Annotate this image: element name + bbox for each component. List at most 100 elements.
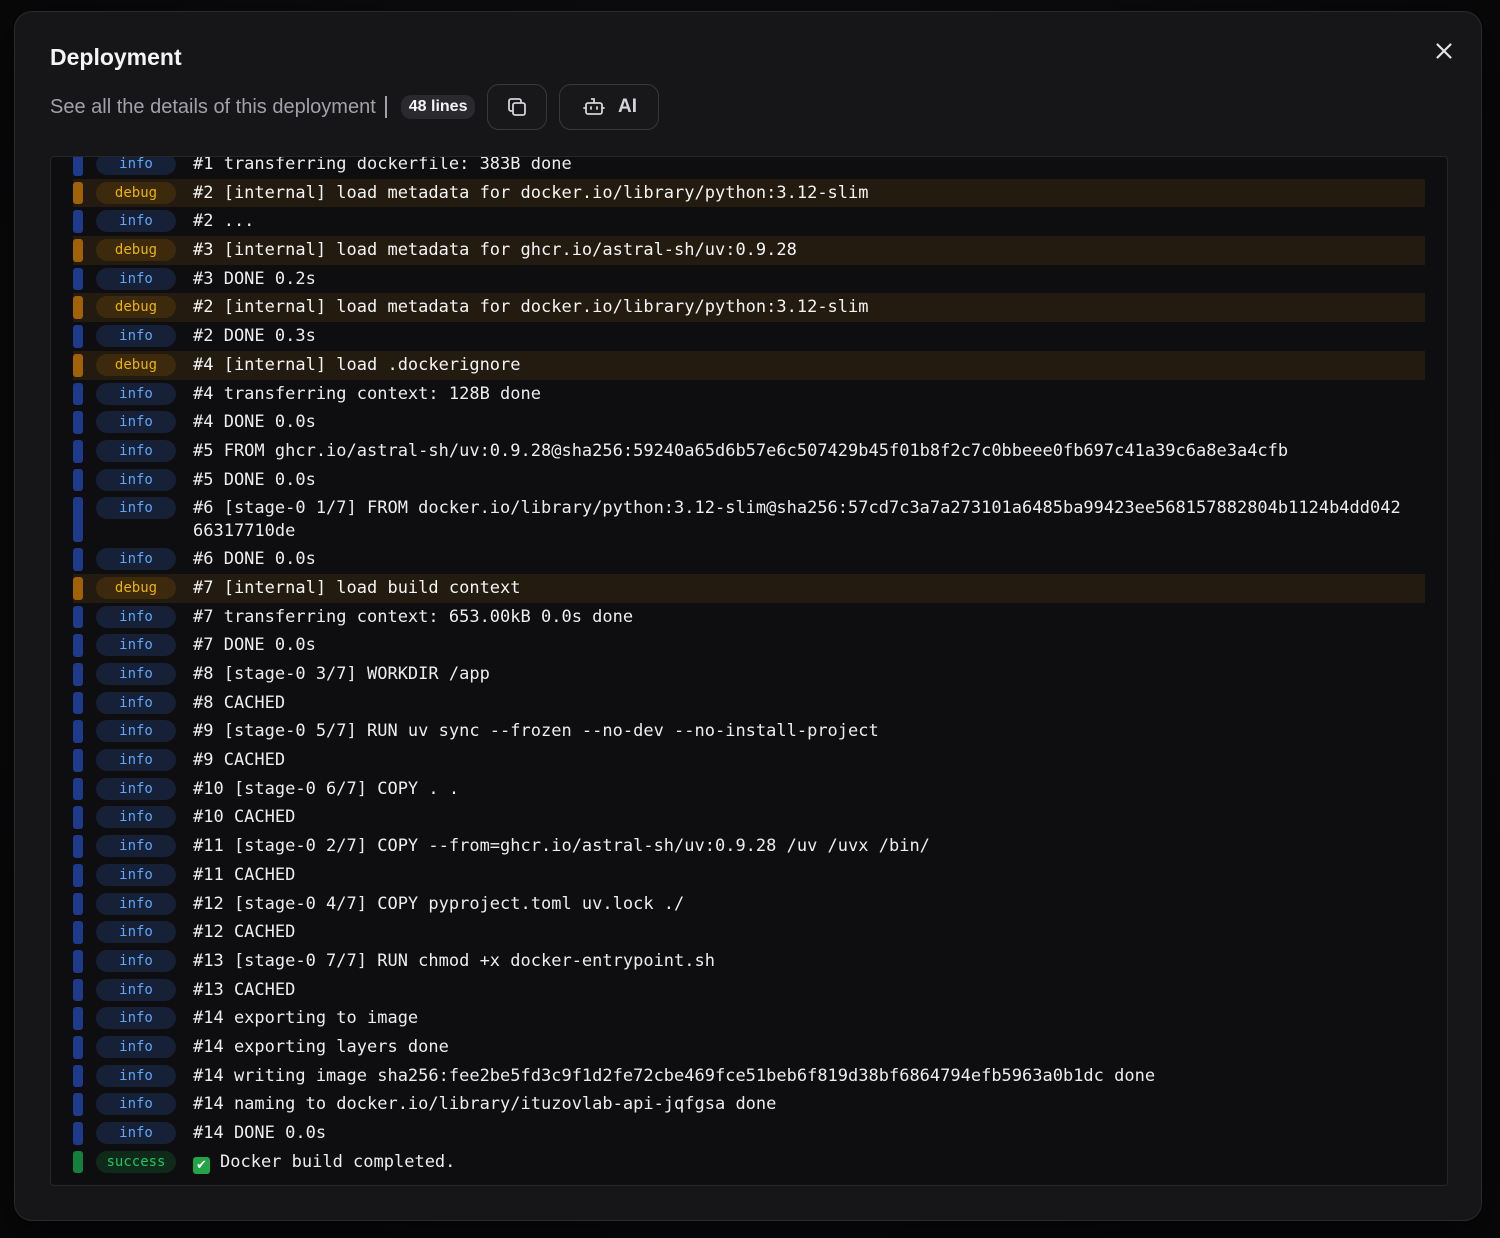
log-row: debug #3 [internal] load metadata for ghc… — [73, 236, 1425, 265]
log-level-indicator — [73, 411, 83, 434]
log-viewer[interactable]: info #1 transferring dockerfile: 383B don… — [50, 156, 1448, 1186]
deployment-dialog: Deployment See all the details of this d… — [14, 11, 1482, 1221]
subtitle-row: See all the details of this deployment 4… — [50, 82, 660, 132]
log-level-badge: info — [96, 1064, 176, 1087]
log-level-badge: info — [96, 1007, 176, 1030]
log-level-badge: info — [96, 806, 176, 829]
log-level-badge: info — [96, 691, 176, 714]
log-level-badge: info — [96, 439, 176, 462]
log-level-badge: debug — [96, 576, 176, 599]
log-level-badge: info — [96, 267, 176, 290]
log-level-indicator — [73, 1035, 83, 1059]
log-level-badge: debug — [96, 239, 176, 262]
log-message: #4 [internal] load .dockerignore — [193, 354, 521, 375]
log-row: success ✔ Docker build completed. — [73, 1148, 1425, 1177]
log-row: info #8 CACHED — [73, 689, 1425, 718]
log-message: #14 writing image sha256:fee2be5fd3c9f1d… — [193, 1065, 1156, 1086]
log-level-indicator — [73, 1007, 83, 1030]
log-level-indicator — [73, 634, 83, 657]
log-level-indicator — [73, 548, 83, 571]
log-level-indicator — [73, 691, 83, 715]
log-row: info #12 [stage-0 4/7] COPY pyproject.tom… — [73, 890, 1425, 919]
log-level-badge: debug — [96, 296, 176, 319]
log-row: info #1 transferring dockerfile: 383B don… — [73, 156, 1425, 179]
log-message: #4 DONE 0.0s — [193, 412, 316, 433]
log-level-indicator — [73, 353, 83, 377]
line-count-badge: 48 lines — [400, 95, 476, 119]
log-row: info #3 DONE 0.2s — [73, 265, 1425, 294]
log-message: #8 CACHED — [193, 692, 286, 713]
log-level-indicator — [73, 576, 83, 600]
log-row: info #2 DONE 0.3s — [73, 322, 1425, 351]
log-message: #2 ... — [193, 211, 255, 232]
log-row: info #9 CACHED — [73, 746, 1425, 775]
log-level-badge: info — [96, 634, 176, 657]
log-message: #13 [stage-0 7/7] RUN chmod +x docker-en… — [193, 950, 715, 971]
log-level-indicator — [73, 1150, 83, 1174]
log-row: info #14 exporting layers done — [73, 1033, 1425, 1062]
log-row: info #8 [stage-0 3/7] WORKDIR /app — [73, 660, 1425, 689]
log-level-badge: info — [96, 468, 176, 491]
log-message: #3 DONE 0.2s — [193, 268, 316, 289]
log-message: #14 DONE 0.0s — [193, 1123, 327, 1143]
log-level-indicator — [73, 267, 83, 291]
log-level-indicator — [73, 1093, 83, 1116]
log-message: #6 [stage-0 1/7] FROM docker.io/library/… — [193, 498, 1401, 542]
log-level-badge: info — [96, 157, 176, 175]
log-level-indicator — [73, 157, 83, 176]
log-level-indicator — [73, 296, 83, 320]
log-level-indicator — [73, 605, 83, 629]
log-level-badge: info — [96, 411, 176, 434]
ai-button-label: AI — [617, 96, 637, 117]
log-level-badge: info — [96, 978, 176, 1001]
log-level-badge: info — [96, 720, 176, 743]
log-row: debug #2 [internal] load metadata for doc… — [73, 178, 1425, 208]
log-row: info #7 transferring context: 653.00kB 0.… — [73, 603, 1425, 632]
log-message: #5 DONE 0.0s — [193, 469, 316, 490]
log-message: #11 [stage-0 2/7] COPY --from=ghcr.io/as… — [193, 836, 930, 857]
log-message: #4 transferring context: 128B done — [193, 383, 541, 404]
log-row: info #9 [stage-0 5/7] RUN uv sync --froze… — [73, 717, 1425, 746]
log-level-badge: info — [96, 1122, 176, 1144]
log-level-badge: info — [96, 663, 176, 685]
log-level-badge: info — [96, 749, 176, 772]
log-level-badge: info — [96, 325, 176, 348]
log-row: info #11 [stage-0 2/7] COPY --from=ghcr.i… — [73, 832, 1425, 861]
log-message: #9 [stage-0 5/7] RUN uv sync --frozen --… — [193, 721, 879, 742]
log-message-text: Docker build completed. — [220, 1151, 456, 1172]
log-level-badge: info — [96, 210, 176, 233]
log-level-indicator — [73, 1064, 83, 1088]
log-level-badge: info — [96, 863, 176, 886]
log-level-badge: info — [96, 605, 176, 628]
log-message: #10 CACHED — [193, 807, 296, 828]
log-message: #5 FROM ghcr.io/astral-sh/uv:0.9.28@sha2… — [193, 440, 1289, 461]
log-level-indicator — [73, 239, 83, 262]
log-level-badge: success — [96, 1150, 176, 1173]
log-level-indicator — [73, 892, 83, 916]
dialog-subtitle: See all the details of this deployment — [50, 95, 376, 118]
divider — [384, 96, 387, 118]
log-row: debug #2 [internal] load metadata for doc… — [73, 293, 1425, 323]
log-message: #12 [stage-0 4/7] COPY pyproject.toml uv… — [193, 893, 685, 914]
log-level-badge: info — [96, 921, 176, 944]
log-level-indicator — [73, 325, 83, 348]
log-level-indicator — [73, 497, 83, 543]
copy-button[interactable] — [487, 84, 548, 130]
log-level-badge: info — [96, 1035, 176, 1058]
log-level-indicator — [73, 439, 83, 463]
close-button[interactable] — [1431, 38, 1457, 64]
log-row: info #10 [stage-0 6/7] COPY . . — [73, 775, 1425, 804]
log-message: #13 CACHED — [193, 979, 296, 1000]
log-message: #1 transferring dockerfile: 383B done — [193, 156, 572, 174]
log-level-indicator — [73, 720, 83, 744]
log-message: #7 transferring context: 653.00kB 0.0s d… — [193, 606, 634, 627]
log-row: info #14 naming to docker.io/library/ituz… — [73, 1090, 1425, 1119]
log-level-badge: info — [96, 548, 176, 571]
log-level-indicator — [73, 921, 83, 944]
log-level-badge: info — [96, 777, 176, 800]
log-message: #2 DONE 0.3s — [193, 326, 316, 347]
log-message: #2 [internal] load metadata for docker.i… — [193, 182, 869, 203]
log-row: info #11 CACHED — [73, 861, 1425, 890]
log-row: info #10 CACHED — [73, 803, 1425, 832]
ai-button[interactable]: AI — [559, 84, 660, 130]
